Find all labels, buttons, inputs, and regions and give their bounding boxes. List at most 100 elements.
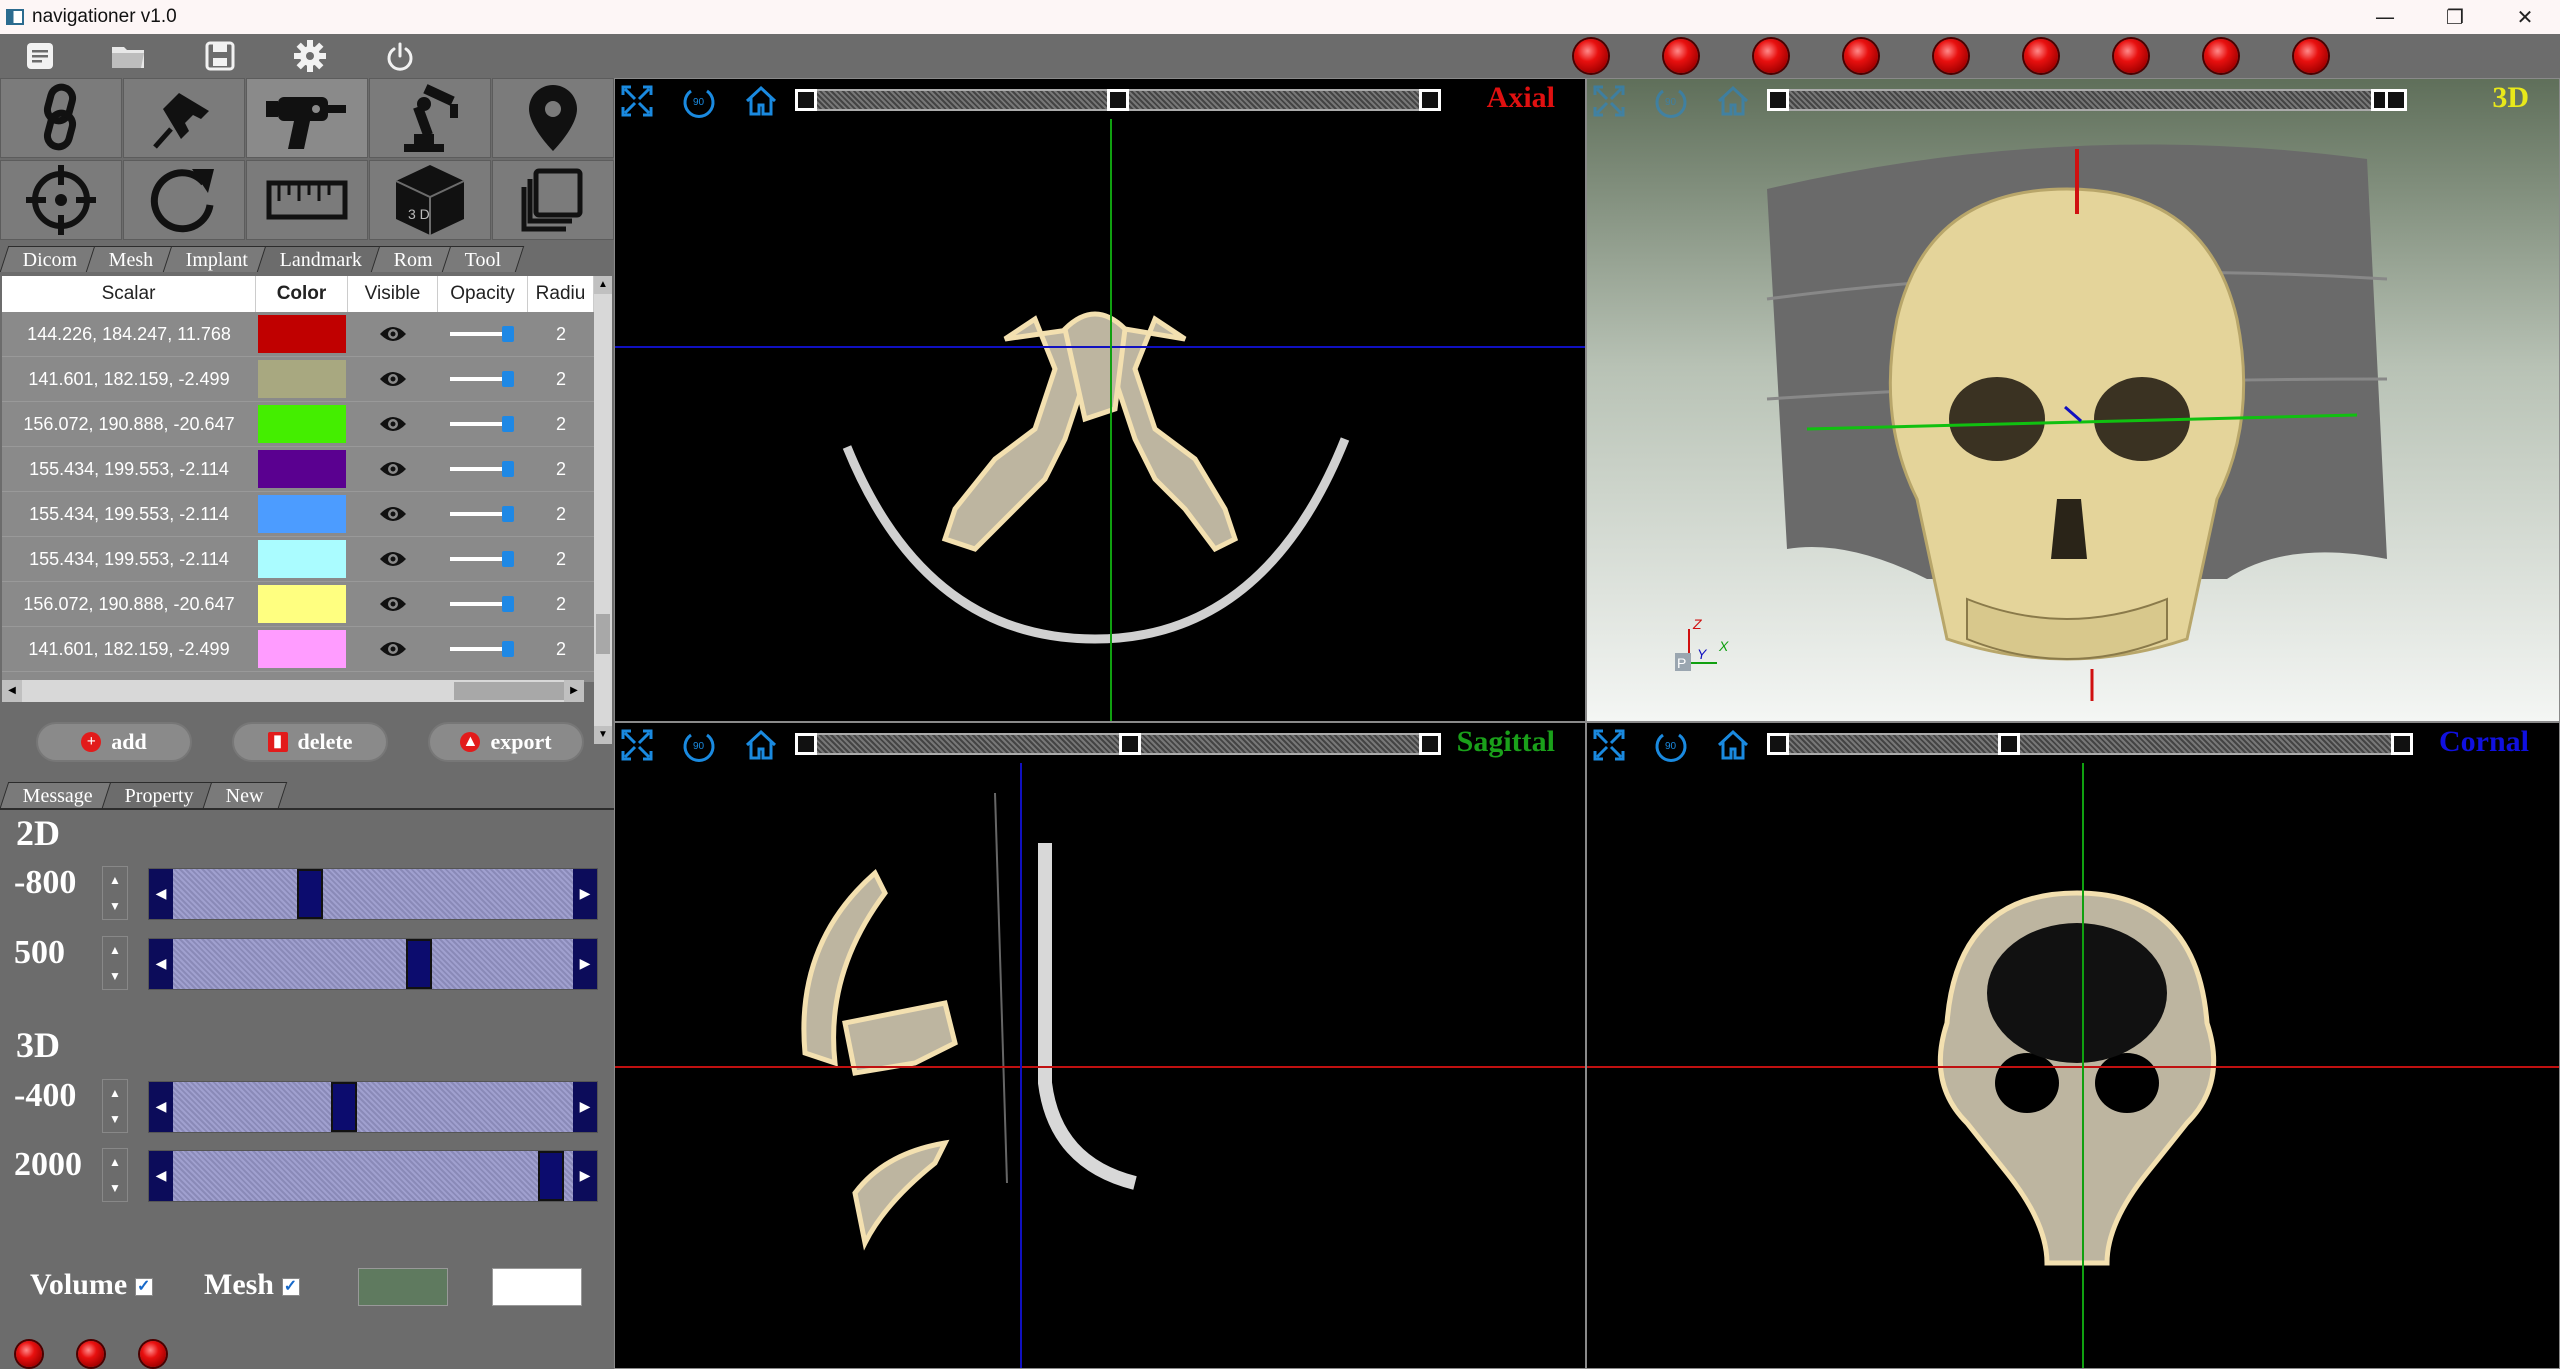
layers-tool-button[interactable] xyxy=(492,160,614,240)
cube-3d-tool-button[interactable]: 3 D xyxy=(369,160,491,240)
window-slider[interactable]: ◀ ▶ xyxy=(148,1081,598,1133)
mesh-checkbox[interactable]: ✓ xyxy=(281,1278,300,1297)
value-spinner[interactable]: ▲ ▼ xyxy=(102,1079,128,1133)
window-slider[interactable]: ◀ ▶ xyxy=(148,1150,598,1202)
column-header[interactable]: Opacity xyxy=(438,276,528,312)
drill-tool-button[interactable] xyxy=(246,78,368,158)
close-button[interactable]: ✕ xyxy=(2490,0,2560,34)
eye-icon[interactable] xyxy=(348,312,438,356)
column-header[interactable]: Visible xyxy=(348,276,438,312)
link-tool-button[interactable] xyxy=(0,78,122,158)
color-swatch[interactable] xyxy=(258,495,346,533)
eye-icon[interactable] xyxy=(348,402,438,446)
tab-implant[interactable]: Implant xyxy=(162,246,272,272)
tab-tool[interactable]: Tool xyxy=(441,246,525,272)
opacity-slider[interactable] xyxy=(450,461,514,477)
folder-icon[interactable] xyxy=(108,38,148,74)
export-button[interactable]: ▲ export xyxy=(428,722,584,762)
target-tool-button[interactable] xyxy=(0,160,122,240)
column-header[interactable]: Color xyxy=(256,276,348,312)
fullscreen-icon[interactable] xyxy=(1591,83,1627,119)
coronal-view[interactable]: 90 Cornal xyxy=(1586,722,2560,1369)
menu-icon[interactable] xyxy=(20,38,60,74)
fullscreen-icon[interactable] xyxy=(619,83,655,119)
rotate-90-icon[interactable]: 90 xyxy=(1653,83,1689,119)
tab-new[interactable]: New xyxy=(202,782,287,808)
eye-icon[interactable] xyxy=(348,582,438,626)
rotate-90-icon[interactable]: 90 xyxy=(681,727,717,763)
restore-button[interactable]: ❐ xyxy=(2420,0,2490,34)
power-icon[interactable] xyxy=(380,38,420,74)
opacity-slider[interactable] xyxy=(450,506,514,522)
table-row[interactable]: 155.434, 199.553, -2.114 2 xyxy=(2,492,594,537)
save-icon[interactable] xyxy=(200,38,240,74)
axial-view[interactable]: 90 Axial xyxy=(614,78,1586,722)
home-icon[interactable] xyxy=(1715,83,1751,119)
value-spinner[interactable]: ▲ ▼ xyxy=(102,1148,128,1202)
eye-icon[interactable] xyxy=(348,447,438,491)
home-icon[interactable] xyxy=(743,727,779,763)
delete-button[interactable]: ▮ delete xyxy=(232,722,388,762)
table-row[interactable]: 144.226, 184.247, 11.768 2 xyxy=(2,312,594,357)
table-row[interactable]: 155.434, 199.553, -2.114 2 xyxy=(2,537,594,582)
home-icon[interactable] xyxy=(743,83,779,119)
sagittal-view[interactable]: 90 Sagittal xyxy=(614,722,1586,1369)
3d-view[interactable]: Z Y X P 90 3D xyxy=(1586,78,2560,722)
settings-icon[interactable] xyxy=(290,38,330,74)
color-swatch[interactable] xyxy=(258,315,346,353)
home-icon[interactable] xyxy=(1715,727,1751,763)
rotate-90-icon[interactable]: 90 xyxy=(1653,727,1689,763)
color-swatch[interactable] xyxy=(258,630,346,668)
slice-slider[interactable] xyxy=(795,89,1441,111)
eye-icon[interactable] xyxy=(348,627,438,671)
slice-slider[interactable] xyxy=(1767,89,2407,111)
column-header[interactable]: Radiu xyxy=(528,276,594,312)
table-row[interactable]: 156.072, 190.888, -20.647 2 xyxy=(2,582,594,627)
table-vertical-scrollbar[interactable]: ▲ ▼ xyxy=(594,276,612,744)
opacity-slider[interactable] xyxy=(450,551,514,567)
eye-icon[interactable] xyxy=(348,357,438,401)
rotate-90-icon[interactable]: 90 xyxy=(681,83,717,119)
fullscreen-icon[interactable] xyxy=(1591,727,1627,763)
slice-slider[interactable] xyxy=(1767,733,2413,755)
opacity-slider[interactable] xyxy=(450,641,514,657)
tab-landmark[interactable]: Landmark xyxy=(256,246,386,272)
opacity-slider[interactable] xyxy=(450,596,514,612)
value-spinner[interactable]: ▲ ▼ xyxy=(102,936,128,990)
mesh-toggle[interactable]: Mesh ✓ xyxy=(204,1268,300,1302)
ruler-tool-button[interactable] xyxy=(246,160,368,240)
color-swatch[interactable] xyxy=(258,405,346,443)
fullscreen-icon[interactable] xyxy=(619,727,655,763)
tab-property[interactable]: Property xyxy=(101,782,218,808)
add-button[interactable]: + add xyxy=(36,722,192,762)
color-swatch[interactable] xyxy=(258,450,346,488)
table-row[interactable]: 141.601, 182.159, -2.499 2 xyxy=(2,627,594,672)
table-row[interactable]: 155.434, 199.553, -2.114 2 xyxy=(2,447,594,492)
color-swatch[interactable] xyxy=(258,585,346,623)
color-swatch[interactable] xyxy=(258,540,346,578)
opacity-slider[interactable] xyxy=(450,326,514,342)
mesh-color-swatch[interactable] xyxy=(492,1268,582,1306)
color-swatch[interactable] xyxy=(258,360,346,398)
minimize-button[interactable]: — xyxy=(2350,0,2420,34)
volume-toggle[interactable]: Volume ✓ xyxy=(30,1268,153,1302)
column-header[interactable]: Scalar xyxy=(2,276,256,312)
volume-color-swatch[interactable] xyxy=(358,1268,448,1306)
opacity-slider[interactable] xyxy=(450,416,514,432)
eye-icon[interactable] xyxy=(348,492,438,536)
value-spinner[interactable]: ▲ ▼ xyxy=(102,866,128,920)
table-horizontal-scrollbar[interactable]: ◀ ▶ xyxy=(2,680,584,702)
opacity-slider[interactable] xyxy=(450,371,514,387)
pin-tool-button[interactable] xyxy=(123,78,245,158)
slice-slider[interactable] xyxy=(795,733,1441,755)
eye-icon[interactable] xyxy=(348,537,438,581)
table-row[interactable]: 141.601, 182.159, -2.499 2 xyxy=(2,357,594,402)
tab-dicom[interactable]: Dicom xyxy=(0,246,101,272)
volume-checkbox[interactable]: ✓ xyxy=(134,1278,153,1297)
window-slider[interactable]: ◀ ▶ xyxy=(148,938,598,990)
location-tool-button[interactable] xyxy=(492,78,614,158)
tab-message[interactable]: Message xyxy=(0,782,117,808)
robot-arm-tool-button[interactable] xyxy=(369,78,491,158)
table-row[interactable]: 156.072, 190.888, -20.647 2 xyxy=(2,402,594,447)
rotate-tool-button[interactable] xyxy=(123,160,245,240)
